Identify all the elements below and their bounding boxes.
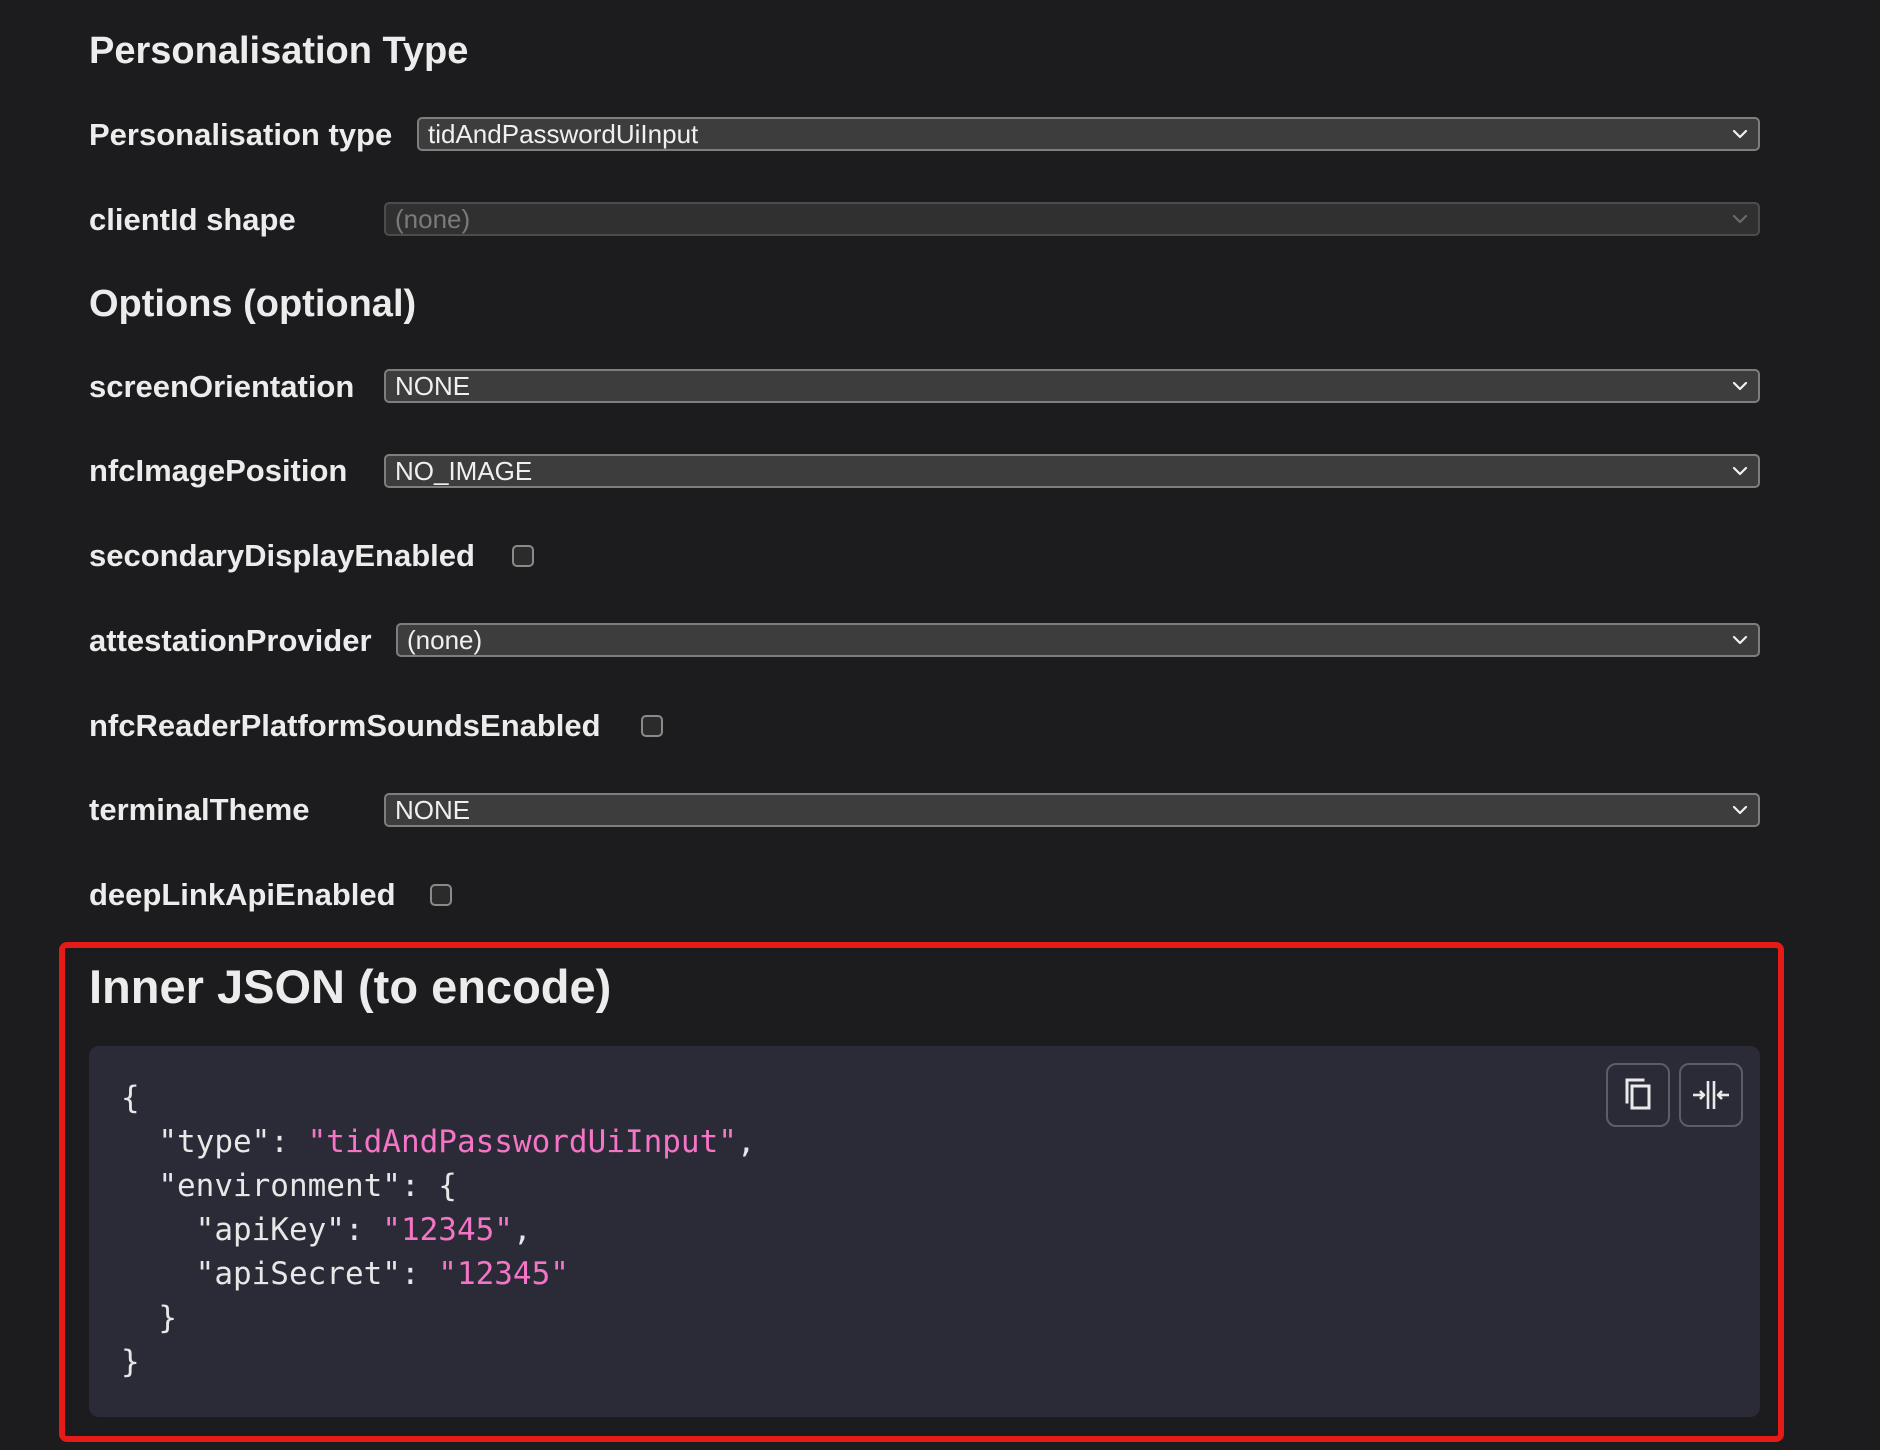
code-line: } xyxy=(121,1344,140,1380)
chevron-down-icon xyxy=(1732,214,1748,224)
code-key: "apiKey": xyxy=(121,1212,383,1248)
deep-link-checkbox[interactable] xyxy=(430,884,452,906)
nfc-image-position-label: nfcImagePosition xyxy=(89,453,348,488)
attestation-provider-value: (none) xyxy=(407,624,483,655)
nfc-image-position-select[interactable]: NO_IMAGE xyxy=(384,454,1760,488)
terminal-theme-select[interactable]: NONE xyxy=(384,793,1760,827)
screen-orientation-value: NONE xyxy=(395,370,471,401)
code-punct: , xyxy=(736,1124,756,1160)
chevron-down-icon xyxy=(1732,381,1748,391)
client-shape-label: clientId shape xyxy=(89,202,296,237)
client-shape-select: (none) xyxy=(384,202,1760,236)
code-string: "12345" xyxy=(438,1256,569,1292)
chevron-down-icon xyxy=(1732,805,1748,815)
code-key: "apiSecret": xyxy=(121,1256,439,1292)
terminal-theme-label: terminalTheme xyxy=(89,792,310,827)
collapse-icon xyxy=(1693,1081,1729,1109)
code-punct: , xyxy=(512,1212,532,1248)
chevron-down-icon xyxy=(1732,129,1748,139)
personalisation-type-select[interactable]: tidAndPasswordUiInput xyxy=(417,117,1760,151)
inner-json-heading: Inner JSON (to encode) xyxy=(89,960,612,1013)
terminal-theme-value: NONE xyxy=(395,794,471,825)
collapse-button[interactable] xyxy=(1679,1063,1743,1127)
screen-orientation-select[interactable]: NONE xyxy=(384,369,1760,403)
screen-orientation-label: screenOrientation xyxy=(89,369,355,404)
copy-icon xyxy=(1625,1078,1651,1110)
copy-button[interactable] xyxy=(1606,1063,1670,1127)
nfc-reader-sounds-label: nfcReaderPlatformSoundsEnabled xyxy=(89,708,601,743)
secondary-display-label: secondaryDisplayEnabled xyxy=(89,538,475,573)
page: Personalisation Type Personalisation typ… xyxy=(0,0,1880,1450)
secondary-display-checkbox[interactable] xyxy=(512,545,534,567)
chevron-down-icon xyxy=(1732,635,1748,645)
nfc-reader-sounds-checkbox[interactable] xyxy=(641,715,663,737)
personalisation-type-label: Personalisation type xyxy=(89,117,393,152)
code-string: "12345" xyxy=(382,1212,513,1248)
personalisation-heading: Personalisation Type xyxy=(89,30,469,72)
attestation-provider-select[interactable]: (none) xyxy=(396,623,1760,657)
code-string: "tidAndPasswordUiInput" xyxy=(307,1124,737,1160)
deep-link-label: deepLinkApiEnabled xyxy=(89,877,396,912)
options-heading: Options (optional) xyxy=(89,283,417,325)
personalisation-type-value: tidAndPasswordUiInput xyxy=(428,118,699,149)
attestation-provider-label: attestationProvider xyxy=(89,623,372,658)
client-shape-value: (none) xyxy=(395,203,471,234)
code-line: } xyxy=(121,1300,177,1336)
code-key: "environment": { xyxy=(121,1168,457,1204)
code-key: "type": xyxy=(121,1124,308,1160)
json-code-block: { "type": "tidAndPasswordUiInput", "envi… xyxy=(89,1046,1760,1417)
code-line: { xyxy=(121,1080,140,1116)
json-code: { "type": "tidAndPasswordUiInput", "envi… xyxy=(121,1076,756,1384)
chevron-down-icon xyxy=(1732,466,1748,476)
nfc-image-position-value: NO_IMAGE xyxy=(395,455,533,486)
